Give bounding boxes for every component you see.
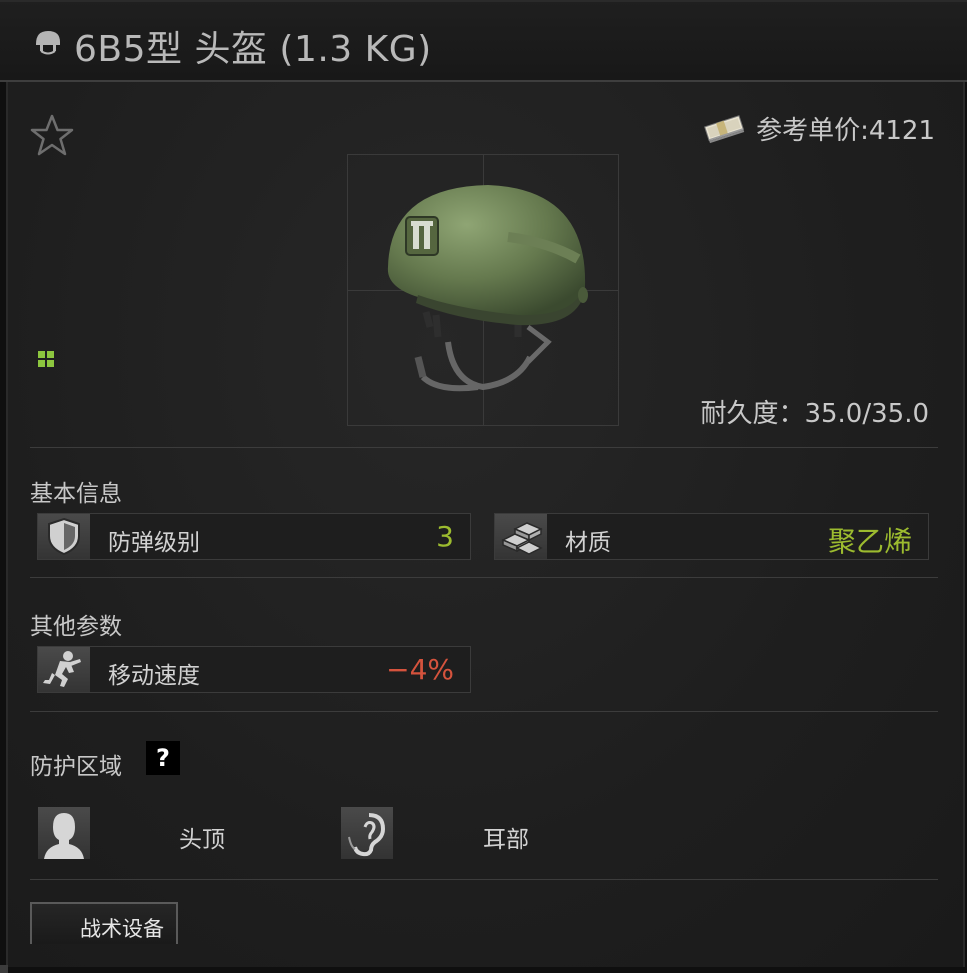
helmet-image xyxy=(387,185,588,392)
zone-label: 耳部 xyxy=(483,827,529,853)
helmet-icon xyxy=(33,27,63,57)
ear-icon xyxy=(341,807,393,859)
window-title: 6B5型 头盔 (1.3 KG) xyxy=(74,29,432,70)
stat-material: 材质 聚乙烯 xyxy=(494,513,929,560)
tab-label: 战术设备 xyxy=(80,917,164,941)
zone-label: 头顶 xyxy=(179,827,225,853)
zone-head-top: 头顶 xyxy=(38,807,298,859)
price-text: 参考单价:4121 xyxy=(756,115,935,146)
stat-armor-class: 防弹级别 3 xyxy=(37,513,471,560)
tab-tactical-equipment[interactable]: 战术设备 xyxy=(30,902,178,944)
section-title-basic-info: 基本信息 xyxy=(30,481,122,507)
section-title-other-params: 其他参数 xyxy=(30,614,122,640)
running-soldier-icon xyxy=(38,647,90,692)
material-bars-icon xyxy=(495,514,547,559)
head-silhouette-icon xyxy=(38,807,90,859)
question-mark-icon[interactable]: ? xyxy=(146,741,180,775)
shield-icon xyxy=(38,514,90,559)
section-title-protection: 防护区域 xyxy=(30,754,122,780)
divider xyxy=(30,577,938,578)
money-stack-icon xyxy=(702,112,746,144)
stat-value: 3 xyxy=(436,520,454,553)
star-outline-icon[interactable] xyxy=(29,113,75,157)
stat-value: −4% xyxy=(386,653,454,686)
zone-ears: 耳部 xyxy=(341,807,601,859)
item-image-frame xyxy=(347,154,619,426)
title-bar: 6B5型 头盔 (1.3 KG) xyxy=(0,0,967,82)
durability-text: 耐久度：35.0/35.0 xyxy=(700,399,929,429)
stat-label: 材质 xyxy=(565,530,611,556)
grid-icon xyxy=(38,351,54,367)
stat-movement-speed: 移动速度 −4% xyxy=(37,646,471,693)
title-bar-top-edge xyxy=(0,0,967,2)
stat-value: 聚乙烯 xyxy=(827,525,912,558)
stat-label: 移动速度 xyxy=(108,663,200,689)
stat-label: 防弹级别 xyxy=(108,530,200,556)
divider xyxy=(30,447,938,448)
reference-price: 参考单价:4121 xyxy=(702,110,935,146)
divider xyxy=(30,711,938,712)
divider xyxy=(30,879,938,880)
corner-mark xyxy=(0,965,8,973)
